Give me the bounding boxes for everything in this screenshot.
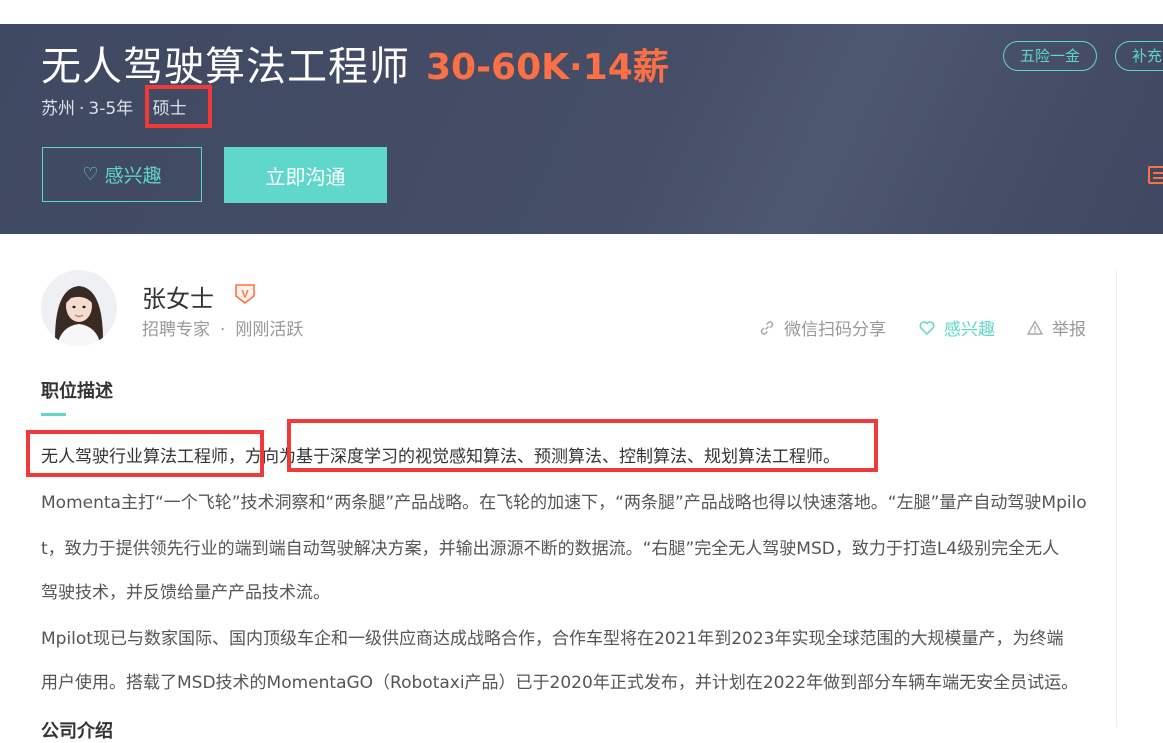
warning-icon — [1026, 319, 1044, 335]
report-label: 举报 — [1052, 320, 1086, 340]
welfare-tag: 五险一金 — [1003, 41, 1098, 71]
like-label: 感兴趣 — [944, 320, 995, 340]
description-line: Mpilot现已与数家国际、国内顶级车企和一级供应商达成战略合作，合作车型将在2… — [41, 629, 1064, 649]
verified-badge-icon: V — [234, 283, 256, 305]
job-city: 苏州 — [41, 99, 75, 119]
description-line: 用户使用。搭载了MSD技术的MomentaGO（Robotaxi产品）已于202… — [41, 673, 1079, 693]
job-experience: 3-5年 — [88, 99, 134, 119]
job-banner: 无人驾驶算法工程师 30-60K·14薪 苏州 · 3-5年 硕士 ♡ 感兴趣 立即… — [0, 24, 1163, 234]
svg-text:V: V — [241, 289, 249, 301]
section-title-description: 职位描述 — [41, 381, 113, 402]
link-icon — [760, 320, 774, 335]
interest-button[interactable]: ♡ 感兴趣 — [42, 147, 202, 202]
description-line: 驾驶技术，并反馈给量产产品技术流。 — [41, 583, 330, 603]
share-label: 微信扫码分享 — [784, 320, 886, 340]
chat-now-button[interactable]: 立即沟通 — [224, 147, 387, 203]
interest-button-label: 感兴趣 — [104, 165, 162, 187]
job-title: 无人驾驶算法工程师 — [41, 44, 410, 90]
job-degree: 硕士 — [152, 99, 187, 119]
section-title-underline — [41, 413, 66, 416]
subtitle-separator: · — [220, 320, 226, 340]
chat-now-label: 立即沟通 — [265, 164, 346, 189]
description-first-line: 无人驾驶行业算法工程师，方向为基于深度学习的视觉感知算法、预测算法、控制算法、规… — [41, 447, 840, 467]
heart-outline-icon — [919, 320, 935, 335]
top-strip — [0, 0, 1163, 24]
recruiter-status: 刚刚活跃 — [235, 320, 304, 340]
job-meta: 苏州 · 3-5年 硕士 — [41, 94, 187, 119]
column-divider — [1116, 270, 1117, 727]
description-line: t，致力于提供领先行业的端到端自动驾驶解决方案，并输出源源不断的数据流。“右腿”… — [41, 539, 1060, 559]
report-button[interactable]: 举报 — [1026, 315, 1086, 340]
recruiter-role: 招聘专家 — [142, 320, 210, 340]
heart-icon: ♡ — [82, 164, 99, 185]
description-line: Momenta主打“一个飞轮”技术洞察和“两条腿”产品战略。在飞轮的加速下，“两… — [41, 493, 1087, 513]
document-icon[interactable] — [1148, 166, 1163, 184]
welfare-tag: 补充 — [1115, 41, 1163, 71]
meta-separator: · — [79, 99, 85, 119]
recruiter-name: 张女士 — [142, 285, 214, 313]
avatar — [41, 270, 117, 346]
like-button[interactable]: 感兴趣 — [918, 315, 995, 340]
section-title-company: 公司介绍 — [41, 721, 113, 742]
recruiter-subtitle: 招聘专家 · 刚刚活跃 — [142, 315, 303, 340]
wechat-share-button[interactable]: 微信扫码分享 — [758, 315, 886, 340]
job-salary: 30-60K·14薪 — [426, 47, 669, 88]
